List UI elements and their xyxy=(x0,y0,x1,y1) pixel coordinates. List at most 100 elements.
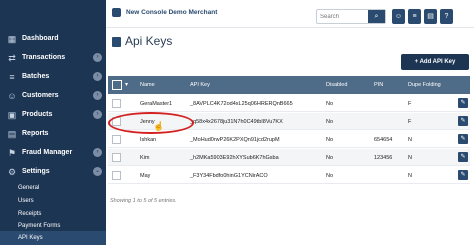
cell-api-key: _h2MKa5903E92hXYSub6K7hGsba xyxy=(190,155,279,161)
row-checkbox[interactable] xyxy=(112,99,121,108)
settings-sub-general[interactable]: General xyxy=(0,181,106,195)
chevron-down-icon: ⌄ xyxy=(93,167,102,176)
cell-api-key: _8AVPLC4K72od4xL25q06HRERQnB665 xyxy=(190,101,293,107)
page-title: Api Keys xyxy=(125,34,173,48)
cell-api-key: _q58x4x2678ju31N7h0C49tbI8Vu7KX xyxy=(190,119,283,125)
select-all-checkbox[interactable] xyxy=(112,80,122,90)
sidebar-item-label: Fraud Manager xyxy=(22,149,73,156)
notifications-button[interactable]: ▤ xyxy=(424,9,437,24)
edit-button[interactable]: ✎ xyxy=(458,98,468,108)
transactions-icon: ⇄ xyxy=(8,53,16,63)
sidebar-item-products[interactable]: ▣ Products › xyxy=(0,106,106,124)
table-header: ▾ Name API Key Disabled PIN Dupe Folding xyxy=(108,76,470,94)
settings-sub-label: General xyxy=(18,185,40,191)
column-header-api-key[interactable]: API Key xyxy=(190,81,210,89)
help-icon: ? xyxy=(444,13,449,20)
edit-button[interactable]: ✎ xyxy=(458,170,468,180)
caret-down-icon[interactable]: ▾ xyxy=(125,81,128,88)
cell-api-key: _MoHud0rwP26K2PXQn91jcd2rupM xyxy=(190,137,280,143)
cell-disabled: No xyxy=(326,173,334,179)
settings-sub-label: Receipts xyxy=(18,211,42,217)
chevron-right-icon: › xyxy=(93,91,102,100)
sidebar-item-label: Dashboard xyxy=(22,35,59,42)
cell-pin: 123456 xyxy=(374,155,393,161)
sidebar-item-label: Products xyxy=(22,111,53,118)
cell-api-key: _F3Y34Fbdfo0hinG1YCNirACO xyxy=(190,173,268,179)
chevron-right-icon: › xyxy=(93,53,102,62)
sidebar: ▦ Dashboard ⇄ Transactions › ≡ Batches ›… xyxy=(0,0,106,245)
settings-sub-label: Users xyxy=(18,198,34,204)
settings-icon: ⚙ xyxy=(7,167,17,177)
settings-sub-label: Payment Forms xyxy=(18,223,61,229)
fraud-manager-icon: ⚑ xyxy=(7,148,17,158)
sidebar-item-fraud-manager[interactable]: ⚑ Fraud Manager › xyxy=(0,144,106,162)
help-button[interactable]: ? xyxy=(440,9,453,24)
menu-icon: ≡ xyxy=(412,13,417,20)
sidebar-item-customers[interactable]: ☺ Customers › xyxy=(0,87,106,105)
sidebar-item-settings[interactable]: ⚙ Settings ⌄ xyxy=(0,163,106,181)
sidebar-item-label: Reports xyxy=(22,130,49,137)
sidebar-item-label: Settings xyxy=(22,168,50,175)
cell-dupe-folding: F xyxy=(408,119,412,125)
table-row[interactable]: GeraMaster1 _8AVPLC4K72od4xL25q06HRERQnB… xyxy=(108,95,470,112)
sidebar-item-transactions[interactable]: ⇄ Transactions › xyxy=(0,49,106,67)
column-header-name[interactable]: Name xyxy=(140,81,155,89)
cell-dupe-folding: F xyxy=(408,101,412,107)
products-icon: ▣ xyxy=(7,110,17,120)
settings-sub-api-keys[interactable]: API Keys xyxy=(0,231,106,245)
chevron-right-icon: › xyxy=(93,148,102,157)
edit-icon: ✎ xyxy=(460,118,466,124)
user-icon: ☺ xyxy=(394,13,403,20)
row-checkbox[interactable] xyxy=(112,117,121,126)
cell-dupe-folding: N xyxy=(408,173,412,179)
table-row[interactable]: May _F3Y34Fbdfo0hinG1YCNirACO No N ✎ xyxy=(108,167,470,184)
edit-button[interactable]: ✎ xyxy=(458,134,468,144)
sidebar-item-dashboard[interactable]: ▦ Dashboard xyxy=(0,30,106,48)
dashboard-icon: ▦ xyxy=(7,34,17,44)
edit-button[interactable]: ✎ xyxy=(458,116,468,126)
cell-pin: 654654 xyxy=(374,137,393,143)
cell-name: GeraMaster1 xyxy=(140,101,173,107)
edit-button[interactable]: ✎ xyxy=(458,152,468,162)
row-checkbox[interactable] xyxy=(112,153,121,162)
notifications-icon: ▤ xyxy=(427,13,434,20)
customers-icon: ☺ xyxy=(7,91,17,101)
search-button[interactable]: ⌕ xyxy=(368,10,385,23)
cell-disabled: No xyxy=(326,155,334,161)
cell-name: Ishkan xyxy=(140,137,157,143)
chevron-right-icon: › xyxy=(93,72,102,81)
table-row[interactable]: Kim _h2MKa5903E92hXYSub6K7hGsba No 12345… xyxy=(108,149,470,166)
search-input[interactable] xyxy=(320,12,364,22)
row-checkbox[interactable] xyxy=(112,171,121,180)
sidebar-item-label: Batches xyxy=(22,73,50,80)
key-icon xyxy=(112,37,121,47)
search-box: ⌕ xyxy=(316,9,386,24)
edit-icon: ✎ xyxy=(460,100,466,106)
row-checkbox[interactable] xyxy=(112,135,121,144)
column-header-pin[interactable]: PIN xyxy=(374,81,383,89)
pointer-cursor-icon: ☝ xyxy=(153,121,165,131)
column-header-disabled[interactable]: Disabled xyxy=(326,81,347,89)
reports-icon: ▤ xyxy=(7,129,17,139)
table-row[interactable]: Ishkan _MoHud0rwP26K2PXQn91jcd2rupM No 6… xyxy=(108,131,470,148)
cell-disabled: No xyxy=(326,137,334,143)
edit-icon: ✎ xyxy=(460,172,466,178)
batches-icon: ≡ xyxy=(9,72,15,82)
sidebar-item-reports[interactable]: ▤ Reports xyxy=(0,125,106,143)
settings-sub-users[interactable]: Users xyxy=(0,194,106,208)
table-footer-info: Showing 1 to 5 of 5 entries. xyxy=(110,198,177,204)
edit-icon: ✎ xyxy=(460,154,466,160)
merchant-name: New Console Demo Merchant xyxy=(126,9,218,16)
sidebar-item-label: Transactions xyxy=(22,54,66,61)
column-header-dupe-folding[interactable]: Dupe Folding xyxy=(408,81,441,89)
add-api-key-button[interactable]: + Add API Key xyxy=(401,54,469,70)
user-button[interactable]: ☺ xyxy=(392,9,405,24)
merchant-logo-icon xyxy=(112,8,121,17)
sidebar-item-label: Customers xyxy=(22,92,59,99)
cell-name: May xyxy=(140,173,151,179)
sidebar-item-batches[interactable]: ≡ Batches › xyxy=(0,68,106,86)
search-icon: ⌕ xyxy=(374,13,379,20)
cell-name: Kim xyxy=(140,155,150,161)
cell-disabled: No xyxy=(326,101,334,107)
menu-button[interactable]: ≡ xyxy=(408,9,421,24)
